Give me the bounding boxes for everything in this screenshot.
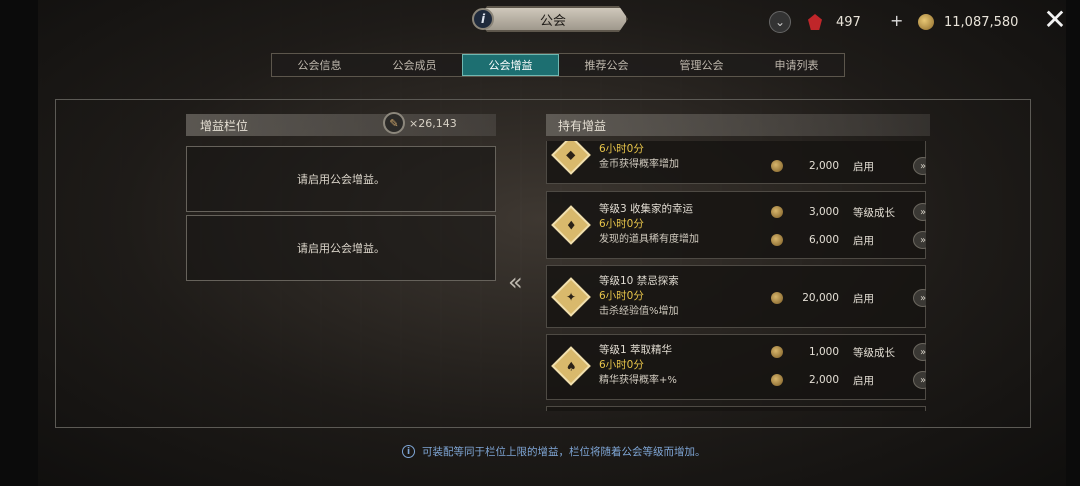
sword-icon: ✦: [551, 277, 591, 317]
gold-amount: 11,087,580: [944, 14, 1019, 30]
guild-point-icon: ✎: [383, 112, 405, 134]
buff-cost-row: 3,000 等级成长 »: [771, 203, 926, 221]
cost-value: 2,000: [808, 374, 839, 386]
buff-slot-1[interactable]: 请启用公会增益。: [186, 146, 496, 212]
buff-cost-row: 2,000 启用 »: [771, 371, 926, 389]
cost-action: 等级成长: [853, 346, 895, 359]
go-arrow-icon[interactable]: »: [913, 289, 926, 307]
essence-flame-icon: ♠: [551, 346, 591, 386]
guild-point-icon: [771, 160, 783, 172]
tab-recommended-guilds[interactable]: 推荐公会: [559, 54, 654, 76]
coin-bag-icon: ◆: [551, 141, 591, 175]
buff-description: 精华获得概率+%: [599, 375, 677, 386]
buff-slots-title: 增益栏位: [200, 118, 249, 133]
footer-note-text: 可装配等同于栏位上限的增益，栏位将随着公会等级而增加。: [422, 446, 706, 458]
buff-duration: 6小时0分: [599, 218, 644, 230]
buff-cost-row: 1,000 等级成长 »: [771, 343, 926, 361]
buff-cost-row: 6,000 启用 »: [771, 231, 926, 249]
tab-guild-members[interactable]: 公会成员: [367, 54, 462, 76]
ruby-amount: 497: [836, 14, 861, 30]
held-buffs-list[interactable]: ◆ 6小时0分 金币获得概率增加 2,000 启用 » ♦ 等级3 收集家的幸运…: [546, 141, 926, 411]
buff-description: 击杀经验值%增加: [599, 306, 679, 317]
buff-duration: 6小时0分: [599, 143, 644, 155]
add-currency-button[interactable]: +: [890, 11, 903, 30]
slot-points-prefix: ×: [409, 116, 419, 130]
cost-action: 启用: [853, 160, 874, 173]
cost-action: 启用: [853, 292, 874, 305]
buff-card-forbidden-exploration[interactable]: ✦ 等级10 禁忌探索 6小时0分 击杀经验值%增加 20,000 启用 »: [546, 265, 926, 328]
gold-coin-icon: [918, 14, 934, 30]
go-arrow-icon[interactable]: »: [913, 231, 926, 249]
treasure-bag-icon: ♦: [551, 205, 591, 245]
right-edge: [1066, 0, 1080, 486]
tab-manage-guild[interactable]: 管理公会: [654, 54, 749, 76]
info-icon: i: [402, 445, 415, 458]
held-buffs-title: 持有增益: [558, 118, 607, 133]
slot-points: ✎ × 26,143: [383, 112, 457, 134]
go-arrow-icon[interactable]: »: [913, 157, 926, 175]
tab-guild-buffs[interactable]: 公会增益: [462, 54, 559, 76]
info-icon[interactable]: i: [472, 8, 494, 30]
buff-card-next[interactable]: [546, 406, 926, 411]
buff-duration: 6小时0分: [599, 359, 644, 371]
go-arrow-icon[interactable]: »: [913, 371, 926, 389]
cost-action: 启用: [853, 374, 874, 387]
cost-action: 启用: [853, 234, 874, 247]
left-edge: [0, 0, 38, 486]
buff-cost-row: 20,000 启用 »: [771, 289, 926, 307]
ruby-icon: [808, 14, 822, 30]
buff-name: 等级3 收集家的幸运: [599, 203, 694, 215]
footer-note: i 可装配等同于栏位上限的增益，栏位将随着公会等级而增加。: [402, 444, 706, 459]
buff-card-gold[interactable]: ◆ 6小时0分 金币获得概率增加 2,000 启用 »: [546, 141, 926, 184]
buff-description: 发现的道具稀有度增加: [599, 234, 699, 245]
cost-value: 6,000: [808, 234, 839, 246]
buff-slot-2[interactable]: 请启用公会增益。: [186, 215, 496, 281]
cost-value: 2,000: [808, 160, 839, 172]
go-arrow-icon[interactable]: »: [913, 343, 926, 361]
cost-value: 1,000: [808, 346, 839, 358]
cost-action: 等级成长: [853, 206, 895, 219]
ruby-currency: 497: [808, 12, 861, 32]
guild-point-icon: [771, 346, 783, 358]
buff-description: 金币获得概率增加: [599, 159, 679, 170]
tab-application-list[interactable]: 申请列表: [749, 54, 844, 76]
buff-slot-empty-text: 请启用公会增益。: [297, 173, 385, 186]
gold-currency: 11,087,580: [918, 12, 1018, 32]
guild-point-icon: [771, 374, 783, 386]
buff-duration: 6小时0分: [599, 290, 644, 302]
buff-card-extract-essence[interactable]: ♠ 等级1 萃取精华 6小时0分 精华获得概率+% 1,000 等级成长 » 2…: [546, 334, 926, 400]
buff-name: 等级10 禁忌探索: [599, 275, 679, 287]
guild-point-icon: [771, 206, 783, 218]
go-arrow-icon[interactable]: »: [913, 203, 926, 221]
guild-point-icon: [771, 292, 783, 304]
double-chevron-left-icon[interactable]: «: [508, 268, 523, 296]
guild-point-icon: [771, 234, 783, 246]
cost-value: 3,000: [808, 206, 839, 218]
buff-card-collectors-luck[interactable]: ♦ 等级3 收集家的幸运 6小时0分 发现的道具稀有度增加 3,000 等级成长…: [546, 191, 926, 259]
window-title: 公会: [478, 6, 628, 32]
chevron-down-icon[interactable]: ⌄: [769, 11, 791, 33]
held-buffs-header: 持有增益: [546, 114, 930, 136]
tab-guild-info[interactable]: 公会信息: [272, 54, 367, 76]
guild-tabs: 公会信息 公会成员 公会增益 推荐公会 管理公会 申请列表: [271, 53, 845, 77]
buff-cost-row: 2,000 启用 »: [771, 157, 926, 175]
close-icon[interactable]: ✕: [1042, 6, 1068, 34]
buff-slot-empty-text: 请启用公会增益。: [297, 242, 385, 255]
slot-points-value: 26,143: [418, 116, 457, 130]
cost-value: 20,000: [802, 292, 839, 304]
buff-name: 等级1 萃取精华: [599, 344, 673, 356]
